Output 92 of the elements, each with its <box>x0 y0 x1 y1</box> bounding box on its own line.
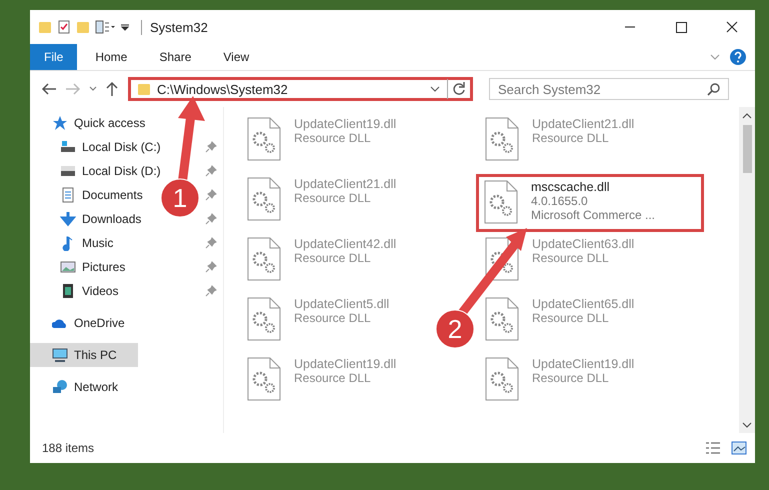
gear-file-icon <box>484 357 520 401</box>
pin-icon[interactable] <box>205 189 217 201</box>
back-arrow-icon[interactable] <box>40 81 58 97</box>
pin-icon[interactable] <box>205 141 217 153</box>
details-view-icon[interactable] <box>705 441 721 455</box>
address-bar[interactable]: C:\Windows\System32 <box>128 77 473 101</box>
gear-file-icon <box>483 180 519 224</box>
pin-icon[interactable] <box>205 213 217 225</box>
sidebar-item[interactable]: Quick access <box>30 111 146 135</box>
star-icon <box>52 115 68 131</box>
sidebar-item[interactable]: Pictures <box>30 255 126 279</box>
sidebar-label: Music <box>82 236 114 250</box>
gear-file-icon <box>246 117 282 161</box>
pin-icon[interactable] <box>205 285 217 297</box>
search-icon[interactable] <box>707 82 721 96</box>
sidebar-label: OneDrive <box>74 316 125 330</box>
disk-c-icon <box>60 139 76 155</box>
file-name: UpdateClient63.dll <box>532 237 634 251</box>
pin-icon[interactable] <box>205 261 217 273</box>
ribbon-tab[interactable]: Home <box>81 44 142 70</box>
ribbon-tab[interactable]: View <box>209 44 264 70</box>
net-icon <box>52 379 68 395</box>
gear-file-icon <box>246 297 282 341</box>
tiles-view-icon[interactable] <box>731 441 747 455</box>
file-name: UpdateClient19.dll <box>532 357 634 371</box>
sidebar-item[interactable]: Documents <box>30 183 143 207</box>
up-arrow-icon[interactable] <box>104 81 120 97</box>
sidebar-label: This PC <box>74 348 117 362</box>
file-name: UpdateClient5.dll <box>294 297 390 311</box>
gear-file-icon <box>484 117 520 161</box>
scrollbar[interactable] <box>739 107 755 433</box>
sidebar-item[interactable]: Downloads <box>30 207 142 231</box>
sidebar-item[interactable]: This PC <box>30 343 138 367</box>
search-field[interactable]: Search System32 <box>489 78 729 100</box>
address-path: C:\Windows\System32 <box>157 82 289 96</box>
file-detail: Microsoft Commerce ... <box>531 208 656 222</box>
doc-icon <box>60 187 76 203</box>
file-name: mscscache.dll <box>531 180 610 194</box>
sidebar-item[interactable]: Videos <box>30 279 118 303</box>
ribbon-tab[interactable]: File <box>30 44 78 70</box>
sidebar-item[interactable]: Local Disk (D:) <box>30 159 161 183</box>
folder-icon <box>137 82 151 96</box>
sidebar-label: Quick access <box>74 116 146 130</box>
gear-file-icon <box>246 177 282 221</box>
file-detail: Resource DLL <box>532 311 610 325</box>
file-name: UpdateClient42.dll <box>294 237 396 251</box>
file-detail: 4.0.1655.0 <box>531 194 589 208</box>
pc-icon <box>52 347 68 363</box>
sidebar-label: Network <box>74 380 118 394</box>
gear-file-icon <box>246 237 282 281</box>
sidebar-item[interactable]: Music <box>30 231 114 255</box>
step-badge: 2 <box>436 310 474 348</box>
sidebar-item[interactable]: OneDrive <box>30 311 125 335</box>
gear-file-icon <box>246 357 282 401</box>
pic-icon <box>60 259 76 275</box>
down-icon <box>60 211 76 227</box>
gear-file-icon <box>484 297 520 341</box>
file-detail: Resource DLL <box>294 371 372 385</box>
step-badge: 1 <box>160 178 200 218</box>
file-tile[interactable]: mscscache.dll 4.0.1655.0 Microsoft Commerce ... <box>476 174 704 232</box>
pin-icon[interactable] <box>205 237 217 249</box>
file-name: UpdateClient65.dll <box>532 297 634 311</box>
scroll-up-icon[interactable] <box>742 111 752 119</box>
file-detail: Resource DLL <box>294 191 372 205</box>
file-detail: Resource DLL <box>532 251 610 265</box>
file-name: UpdateClient21.dll <box>532 117 634 131</box>
checklist-icon[interactable] <box>57 20 71 34</box>
file-name: UpdateClient21.dll <box>294 177 396 191</box>
file-detail: Resource DLL <box>294 311 372 325</box>
video-icon <box>60 283 76 299</box>
scroll-thumb[interactable] <box>742 125 752 173</box>
ribbon-tab[interactable]: Share <box>145 44 206 70</box>
item-count: 188 items <box>42 441 94 455</box>
sidebar-label: Local Disk (D:) <box>82 164 161 178</box>
properties-icon[interactable] <box>95 20 115 34</box>
sidebar-label: Documents <box>82 188 143 202</box>
file-detail: Resource DLL <box>294 251 372 265</box>
sidebar-item[interactable]: Local Disk (C:) <box>30 135 161 159</box>
file-detail: Resource DLL <box>532 131 610 145</box>
scroll-down-icon[interactable] <box>742 421 752 429</box>
file-detail: Resource DLL <box>294 131 372 145</box>
help-icon[interactable] <box>729 48 747 66</box>
pin-icon[interactable] <box>205 165 217 177</box>
window-title: System32 <box>141 20 208 34</box>
sidebar-label: Local Disk (C:) <box>82 140 161 154</box>
sidebar-item[interactable]: Network <box>30 375 118 399</box>
file-name: UpdateClient19.dll <box>294 357 396 371</box>
file-name: UpdateClient19.dll <box>294 117 396 131</box>
file-detail: Resource DLL <box>532 371 610 385</box>
sidebar-label: Videos <box>82 284 118 298</box>
sidebar-label: Downloads <box>82 212 142 226</box>
sidebar-label: Pictures <box>82 260 126 274</box>
